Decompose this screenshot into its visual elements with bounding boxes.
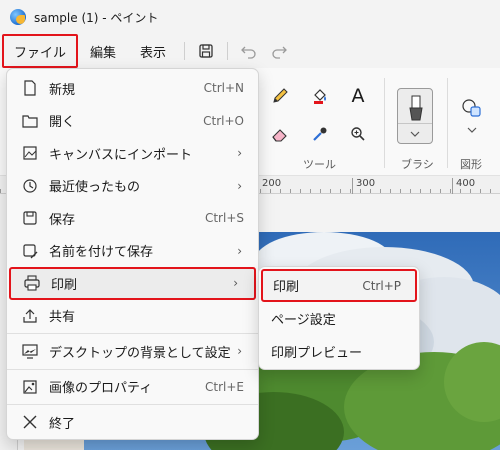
menubar-divider (227, 42, 229, 60)
menu-item-shortcut: Ctrl+O (203, 113, 244, 128)
menu-item-new[interactable]: 新規 Ctrl+N (7, 72, 258, 105)
menu-item-label: デスクトップの背景として設定 (49, 345, 231, 361)
menu-item-shortcut: Ctrl+E (205, 379, 244, 394)
submenu-item-label: 印刷プレビュー (271, 346, 363, 361)
menu-item-label: 開く (49, 115, 76, 131)
menu-divider (7, 368, 258, 370)
print-submenu: 印刷 Ctrl+P ページ設定 印刷プレビュー (258, 266, 420, 370)
chevron-right-icon: › (237, 178, 242, 193)
menu-item-label: キャンバスにインポート (49, 147, 193, 163)
chevron-down-icon[interactable] (458, 116, 486, 144)
submenu-item-shortcut: Ctrl+P (362, 278, 401, 293)
pencil-icon[interactable] (266, 82, 294, 110)
ribbon-divider (384, 78, 385, 168)
open-folder-icon (21, 112, 39, 130)
menu-item-shortcut: Ctrl+N (203, 81, 244, 96)
menubar-divider (184, 42, 186, 60)
save-icon[interactable] (191, 36, 221, 66)
edit-menu-tab[interactable]: 編集 (78, 34, 128, 68)
new-file-icon (21, 79, 39, 97)
redo-icon[interactable] (264, 36, 294, 66)
printer-icon (23, 274, 41, 292)
menu-item-print[interactable]: 印刷 › (9, 267, 256, 300)
menu-item-shortcut: Ctrl+S (204, 211, 244, 226)
submenu-item-print-preview[interactable]: 印刷プレビュー (259, 335, 419, 368)
menu-divider (7, 404, 258, 405)
chevron-right-icon: › (233, 276, 238, 291)
submenu-item-page-setup[interactable]: ページ設定 (259, 302, 419, 335)
paint-icon (10, 9, 26, 25)
menu-item-set-desktop-background[interactable]: デスクトップの背景として設定 › (7, 335, 258, 368)
ribbon-divider (447, 78, 448, 168)
save-as-icon (21, 242, 39, 260)
menu-divider (7, 333, 258, 334)
menu-item-label: 名前を付けて保存 (49, 245, 154, 261)
menu-bar: ファイル 編集 表示 (0, 34, 500, 68)
brush-group-label: ブラシ (401, 158, 434, 171)
image-properties-icon (21, 378, 39, 396)
share-icon (21, 307, 39, 325)
title-bar: sample (1) - ペイント (0, 0, 500, 34)
fill-icon[interactable] (306, 82, 334, 110)
desktop-background-icon (21, 342, 39, 360)
menu-item-label: 画像のプロパティ (49, 381, 153, 397)
menu-item-save[interactable]: 保存 Ctrl+S (7, 202, 258, 235)
ruler-tick-label: 300 (352, 178, 375, 194)
file-menu: 新規 Ctrl+N 開く Ctrl+O キャンバスにインポート › 最近使ったも… (6, 68, 259, 440)
submenu-item-label: 印刷 (273, 280, 300, 295)
file-menu-tab[interactable]: ファイル (2, 34, 79, 68)
menu-item-label: 保存 (49, 212, 76, 228)
import-image-icon (21, 144, 39, 162)
menu-item-open[interactable]: 開く Ctrl+O (7, 105, 258, 138)
color-picker-icon[interactable] (306, 120, 334, 148)
menu-item-exit[interactable]: 終了 (7, 406, 258, 439)
save-icon (21, 209, 39, 227)
menu-item-label: 最近使ったもの (49, 180, 141, 196)
magnifier-icon[interactable] (344, 120, 372, 148)
menu-item-import-to-canvas[interactable]: キャンバスにインポート › (7, 137, 258, 170)
tools-group-label: ツール (303, 158, 336, 171)
submenu-item-label: ページ設定 (271, 313, 336, 328)
chevron-right-icon: › (237, 344, 242, 359)
text-icon[interactable]: A (344, 82, 372, 110)
recent-clock-icon (21, 177, 39, 195)
ruler-tick-label: 200 (258, 178, 281, 194)
chevron-down-icon[interactable] (398, 123, 432, 143)
chevron-right-icon: › (237, 146, 242, 161)
chevron-right-icon: › (237, 243, 242, 258)
shapes-group-label: 図形 (460, 158, 482, 171)
menu-item-label: 新規 (49, 82, 76, 98)
close-icon (21, 413, 39, 431)
menu-item-label: 終了 (49, 416, 76, 432)
undo-icon[interactable] (234, 36, 264, 66)
menu-item-label: 共有 (49, 310, 76, 326)
menu-item-recent[interactable]: 最近使ったもの › (7, 170, 258, 203)
menu-item-label: 印刷 (51, 277, 78, 293)
menu-item-image-properties[interactable]: 画像のプロパティ Ctrl+E (7, 371, 258, 404)
menu-item-save-as[interactable]: 名前を付けて保存 › (7, 235, 258, 268)
brush-button[interactable] (397, 88, 433, 144)
ruler-tick-label: 400 (452, 178, 475, 194)
submenu-item-print[interactable]: 印刷 Ctrl+P (261, 269, 417, 302)
window-title: sample (1) - ペイント (34, 10, 159, 25)
view-menu-tab[interactable]: 表示 (128, 34, 178, 68)
menu-item-share[interactable]: 共有 (7, 300, 258, 333)
eraser-icon[interactable] (266, 120, 294, 148)
